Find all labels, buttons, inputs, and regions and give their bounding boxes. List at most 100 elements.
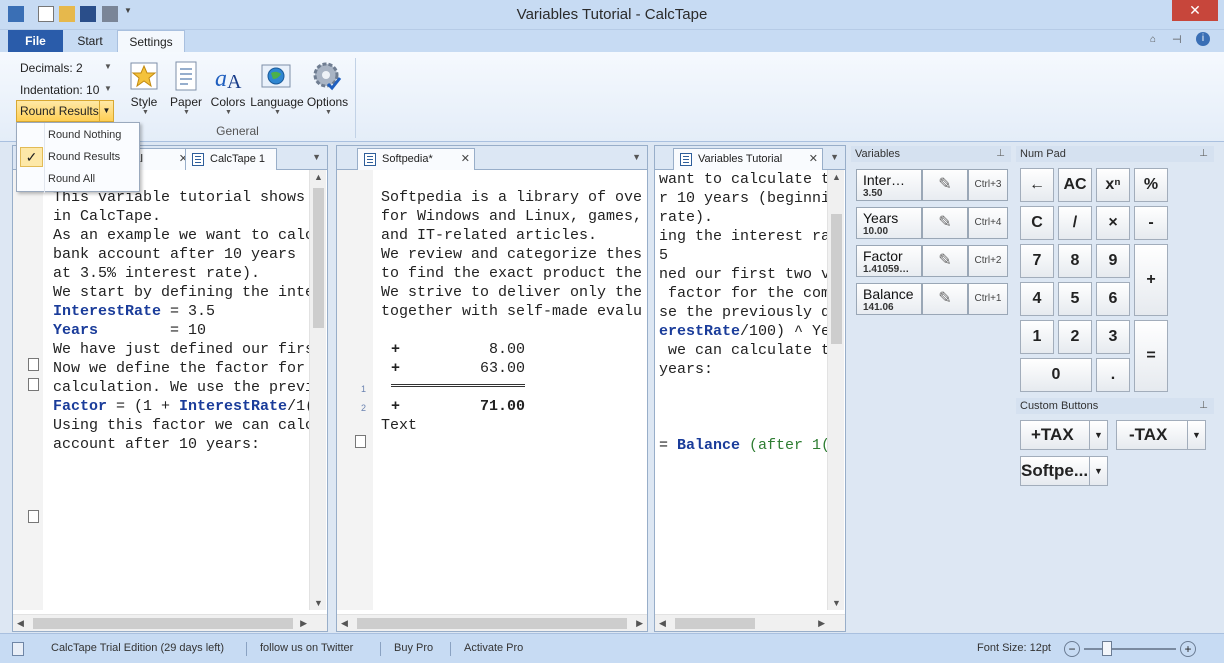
- key-equals[interactable]: =: [1134, 320, 1168, 392]
- key-0[interactable]: 0: [1020, 358, 1092, 392]
- edit-variable-icon[interactable]: ✎: [922, 283, 968, 315]
- help-icon[interactable]: i: [1196, 32, 1210, 46]
- scroll-right-icon[interactable]: ▶: [300, 618, 307, 629]
- buy-pro-link[interactable]: Buy Pro: [394, 642, 433, 654]
- scroll-thumb[interactable]: [831, 214, 842, 344]
- custom-button-minus-tax[interactable]: -TAX ▼: [1116, 420, 1206, 450]
- minimize-ribbon-icon[interactable]: ⌂: [1150, 34, 1156, 45]
- key-8[interactable]: 8: [1058, 244, 1092, 278]
- variable-button-factor[interactable]: Factor 1.41059…: [856, 245, 922, 277]
- pin-icon[interactable]: ⊥: [996, 146, 1005, 162]
- key-9[interactable]: 9: [1096, 244, 1130, 278]
- pane-menu-icon[interactable]: ▼: [312, 152, 321, 162]
- horizontal-scrollbar[interactable]: ◀ ▶: [337, 614, 647, 631]
- menu-item-round-results[interactable]: Round Results: [48, 151, 120, 163]
- scroll-thumb[interactable]: [313, 188, 324, 328]
- tab-file[interactable]: File: [8, 30, 63, 52]
- key-3[interactable]: 3: [1096, 320, 1130, 354]
- variable-marker-icon[interactable]: [28, 358, 39, 371]
- zoom-in-button[interactable]: +: [1180, 641, 1196, 657]
- key-minus[interactable]: -: [1134, 206, 1168, 240]
- key-2[interactable]: 2: [1058, 320, 1092, 354]
- custom-button-softpedia[interactable]: Softpe... ▼: [1020, 456, 1108, 486]
- close-button[interactable]: ✕: [1172, 0, 1218, 21]
- paper-button[interactable]: Paper: [167, 95, 205, 109]
- key-percent[interactable]: %: [1134, 168, 1168, 202]
- key-6[interactable]: 6: [1096, 282, 1130, 316]
- style-button[interactable]: Style: [126, 95, 162, 109]
- close-tab-icon[interactable]: ✕: [461, 149, 470, 169]
- key-power[interactable]: xⁿ: [1096, 168, 1130, 202]
- scroll-left-icon[interactable]: ◀: [17, 618, 24, 629]
- key-divide[interactable]: /: [1058, 206, 1092, 240]
- key-clear[interactable]: C: [1020, 206, 1054, 240]
- menu-item-round-all[interactable]: Round All: [48, 173, 95, 185]
- tab-start[interactable]: Start: [65, 30, 115, 52]
- scroll-thumb[interactable]: [675, 618, 755, 629]
- menu-item-round-nothing[interactable]: Round Nothing: [48, 129, 121, 141]
- variable-marker-icon[interactable]: [28, 378, 39, 391]
- editor-area[interactable]: Softpedia is a library of ove for Windows…: [381, 170, 643, 610]
- scroll-up-icon[interactable]: ▲: [832, 172, 841, 182]
- custom-button-plus-tax[interactable]: +TAX ▼: [1020, 420, 1108, 450]
- zoom-slider-track[interactable]: [1084, 648, 1176, 650]
- vertical-scrollbar[interactable]: ▲ ▼: [309, 170, 326, 610]
- custom-button-dropdown-icon[interactable]: ▼: [1187, 421, 1205, 449]
- options-button[interactable]: Options: [305, 95, 350, 109]
- key-multiply[interactable]: ×: [1096, 206, 1130, 240]
- edit-variable-icon[interactable]: ✎: [922, 169, 968, 201]
- indentation-spinner-icon[interactable]: ▼: [104, 84, 112, 93]
- result-marker-icon[interactable]: [355, 435, 366, 448]
- scroll-down-icon[interactable]: ▼: [314, 598, 323, 608]
- custom-button-dropdown-icon[interactable]: ▼: [1089, 457, 1107, 485]
- scroll-left-icon[interactable]: ◀: [659, 618, 666, 629]
- indentation-setting[interactable]: Indentation: 10: [20, 83, 99, 97]
- tab-settings[interactable]: Settings: [117, 30, 185, 52]
- edit-variable-icon[interactable]: ✎: [922, 207, 968, 239]
- vertical-scrollbar[interactable]: ▲ ▼: [827, 170, 844, 610]
- scroll-down-icon[interactable]: ▼: [832, 598, 841, 608]
- key-all-clear[interactable]: AC: [1058, 168, 1092, 202]
- tab-variables-tutorial[interactable]: Variables Tutorial ✕: [673, 148, 823, 170]
- scroll-thumb[interactable]: [357, 618, 627, 629]
- zoom-slider-handle[interactable]: [1102, 641, 1112, 656]
- pane-menu-icon[interactable]: ▼: [830, 152, 839, 162]
- key-plus[interactable]: +: [1134, 244, 1168, 316]
- key-backspace[interactable]: ←: [1020, 168, 1054, 202]
- decimals-spinner-icon[interactable]: ▼: [104, 62, 112, 71]
- decimals-setting[interactable]: Decimals: 2: [20, 61, 83, 75]
- pin-icon[interactable]: ⊥: [1199, 146, 1208, 162]
- variable-button-balance[interactable]: Balance 141.06: [856, 283, 922, 315]
- key-7[interactable]: 7: [1020, 244, 1054, 278]
- close-tab-icon[interactable]: ✕: [809, 149, 818, 169]
- variable-button-years[interactable]: Years 10.00: [856, 207, 922, 239]
- variable-button-interestrate[interactable]: Inter… 3.50: [856, 169, 922, 201]
- scroll-up-icon[interactable]: ▲: [314, 172, 323, 182]
- key-4[interactable]: 4: [1020, 282, 1054, 316]
- language-button[interactable]: Language: [250, 95, 304, 109]
- round-dropdown-icon[interactable]: ▼: [99, 101, 113, 121]
- custom-button-dropdown-icon[interactable]: ▼: [1089, 421, 1107, 449]
- scroll-left-icon[interactable]: ◀: [341, 618, 348, 629]
- tab-calctape-1[interactable]: CalcTape 1: [185, 148, 277, 170]
- zoom-out-button[interactable]: −: [1064, 641, 1080, 657]
- horizontal-scrollbar[interactable]: ◀ ▶: [655, 614, 845, 631]
- round-results-button[interactable]: Round Results ▼: [16, 100, 114, 122]
- pane-menu-icon[interactable]: ▼: [632, 152, 641, 162]
- scroll-thumb[interactable]: [33, 618, 293, 629]
- editor-area[interactable]: want to calculate t r 10 years (beginni ra…: [659, 170, 827, 610]
- pin-icon[interactable]: ⊥: [1199, 398, 1208, 414]
- scroll-right-icon[interactable]: ▶: [818, 618, 825, 629]
- activate-pro-link[interactable]: Activate Pro: [464, 642, 523, 654]
- variable-marker-icon[interactable]: [28, 510, 39, 523]
- key-decimal[interactable]: .: [1096, 358, 1130, 392]
- key-5[interactable]: 5: [1058, 282, 1092, 316]
- scroll-right-icon[interactable]: ▶: [636, 618, 643, 629]
- tab-softpedia[interactable]: Softpedia* ✕: [357, 148, 475, 170]
- twitter-link[interactable]: follow us on Twitter: [260, 642, 353, 654]
- key-1[interactable]: 1: [1020, 320, 1054, 354]
- edit-variable-icon[interactable]: ✎: [922, 245, 968, 277]
- pin-icon[interactable]: ⊣: [1172, 33, 1182, 46]
- horizontal-scrollbar[interactable]: ◀ ▶: [13, 614, 327, 631]
- editor-area[interactable]: This variable tutorial shows in CalcTape.…: [53, 170, 309, 610]
